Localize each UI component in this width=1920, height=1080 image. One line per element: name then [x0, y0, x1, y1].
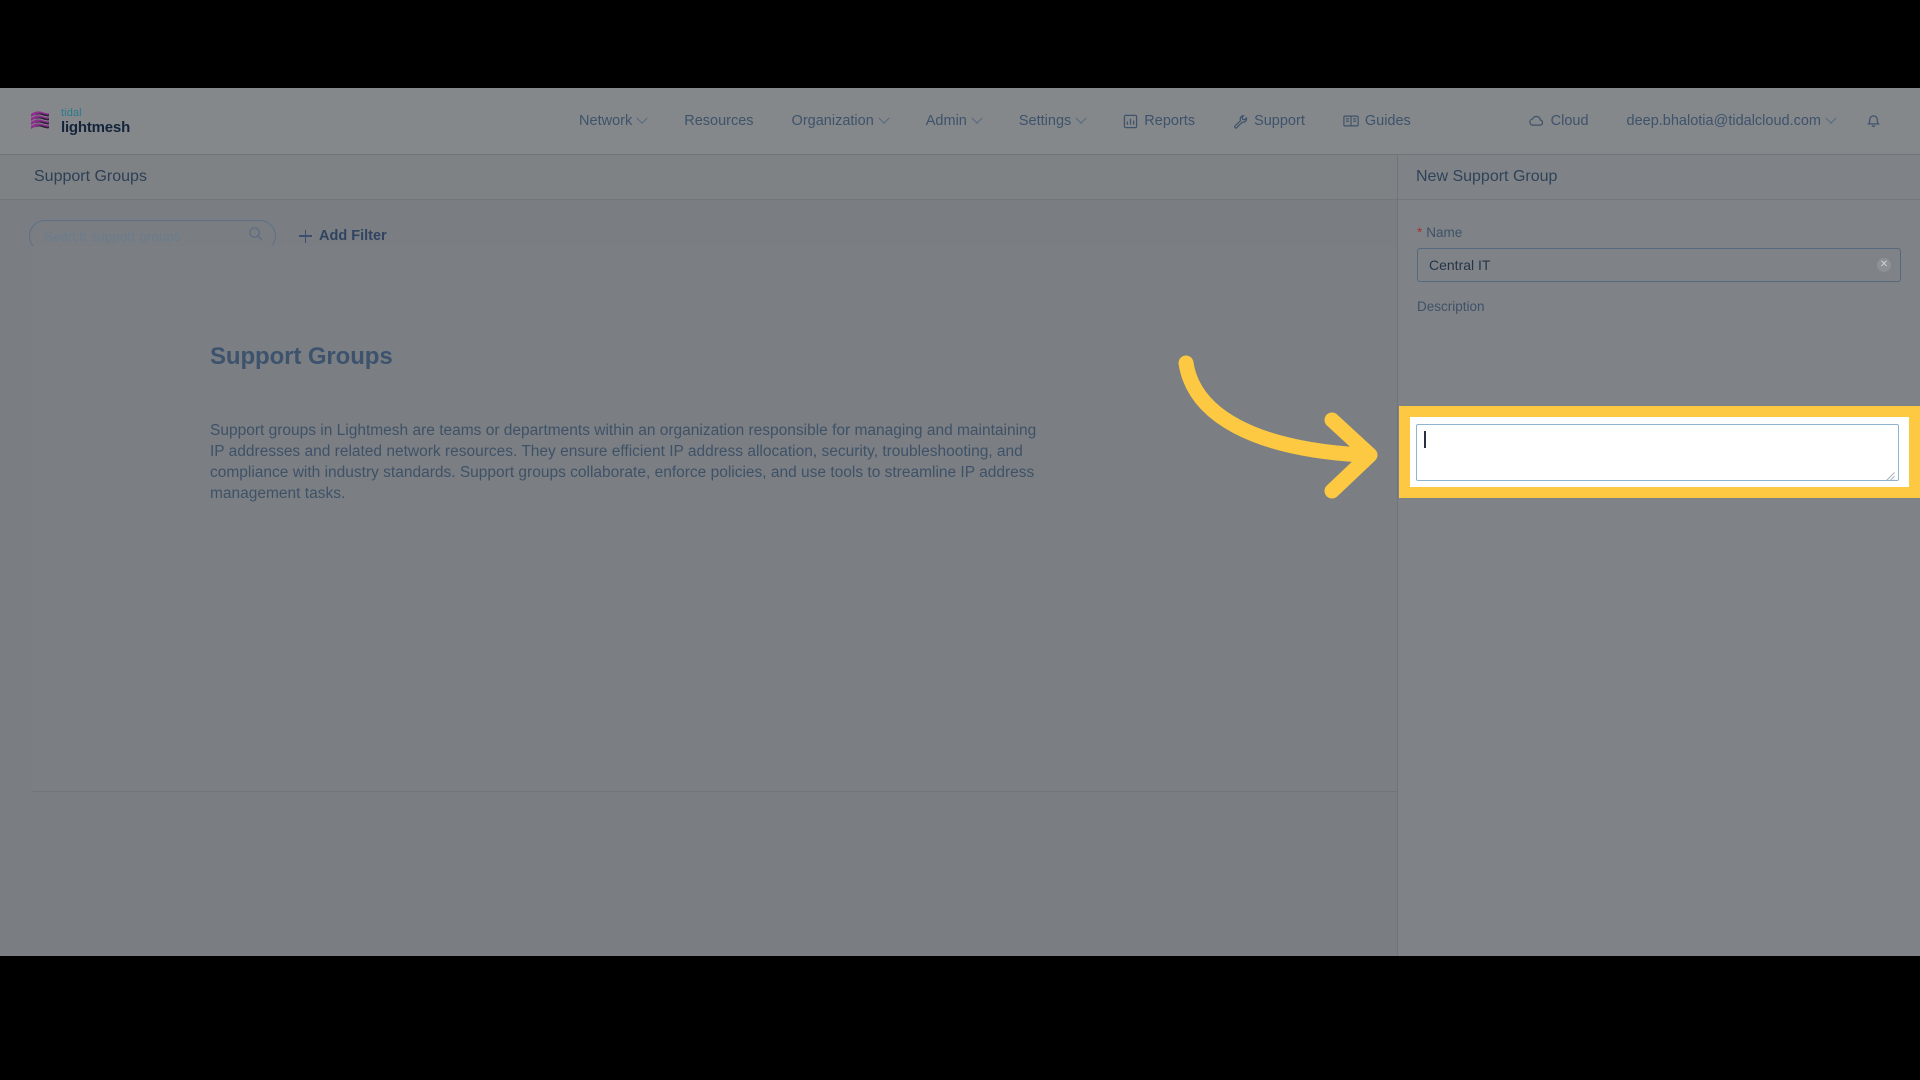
- nav-item-network[interactable]: Network: [566, 107, 659, 135]
- nav-item-guides[interactable]: Guides: [1330, 107, 1424, 135]
- nav-item-organization[interactable]: Organization: [779, 107, 901, 135]
- chevron-down-icon: [1825, 112, 1837, 124]
- field-name: *Name ✕: [1417, 225, 1901, 282]
- required-asterisk: *: [1417, 225, 1423, 240]
- nav-item-label: Settings: [1018, 113, 1072, 129]
- app-viewport: tidal lightmesh Network Resources Organi…: [0, 88, 1920, 956]
- nav-secondary-items: Cloud deep.bhalotia@tidalcloud.com: [1515, 107, 1894, 135]
- user-email-label: deep.bhalotia@tidalcloud.com: [1626, 113, 1821, 129]
- new-support-group-drawer: New Support Group *Name ✕ Description: [1397, 155, 1920, 956]
- nav-primary-items: Network Resources Organization Admin Set…: [566, 107, 1424, 135]
- field-description: Description: [1417, 299, 1901, 394]
- brand-name-bottom: lightmesh: [61, 118, 131, 136]
- content-heading: Support Groups: [210, 343, 393, 370]
- bell-icon: [1866, 113, 1881, 129]
- nav-item-label: Cloud: [1550, 113, 1589, 129]
- text-cursor: [1424, 431, 1426, 448]
- notifications-button[interactable]: [1848, 107, 1894, 135]
- book-icon: [1343, 114, 1359, 128]
- content-paragraph: Support groups in Lightmesh are teams or…: [210, 422, 1037, 502]
- content-card: Support Groups Support groups in Lightme…: [32, 246, 1397, 792]
- bar-chart-icon: [1123, 114, 1138, 129]
- chevron-down-icon: [878, 112, 890, 124]
- field-name-label: * Name: [1417, 225, 1901, 240]
- cloud-icon: [1528, 115, 1545, 128]
- nav-item-reports[interactable]: Reports: [1110, 107, 1208, 135]
- brand-name-top: tidal: [61, 106, 82, 119]
- clear-circle-icon[interactable]: ✕: [1877, 258, 1891, 272]
- nav-item-admin[interactable]: Admin: [913, 107, 994, 135]
- stacked-layers-icon: [31, 111, 49, 129]
- name-input-wrapper: ✕: [1417, 248, 1901, 282]
- screen-root: tidal lightmesh Network Resources Organi…: [0, 0, 1920, 1080]
- content-card-inner: Support Groups Support groups in Lightme…: [32, 246, 1397, 504]
- page-title-bar: Support Groups: [0, 155, 1397, 200]
- name-input[interactable]: [1417, 248, 1901, 282]
- nav-item-user-account[interactable]: deep.bhalotia@tidalcloud.com: [1614, 107, 1848, 135]
- nav-item-resources[interactable]: Resources: [671, 107, 766, 135]
- brand-wordmark: tidal lightmesh: [61, 106, 131, 136]
- top-navigation-bar: tidal lightmesh Network Resources Organi…: [0, 88, 1920, 155]
- drawer-title: New Support Group: [1416, 168, 1558, 185]
- plus-icon: [299, 229, 312, 243]
- drawer-header: New Support Group: [1398, 155, 1920, 200]
- description-textarea[interactable]: [1416, 424, 1899, 481]
- nav-item-label: Network: [579, 113, 633, 129]
- nav-item-label: Guides: [1364, 113, 1411, 129]
- chevron-down-icon: [636, 112, 648, 124]
- brand-logo[interactable]: tidal lightmesh: [28, 106, 131, 136]
- field-label-text: Name: [1426, 225, 1463, 240]
- nav-item-label: Reports: [1144, 113, 1196, 129]
- chevron-down-icon: [1075, 112, 1087, 124]
- nav-item-label: Organization: [791, 113, 874, 129]
- add-filter-button[interactable]: Add Filter: [299, 228, 387, 244]
- nav-item-cloud[interactable]: Cloud: [1515, 107, 1602, 135]
- nav-item-label: Support: [1254, 113, 1305, 129]
- textarea-resize-grip[interactable]: [1886, 468, 1895, 486]
- nav-item-label: Admin: [925, 113, 967, 129]
- nav-item-label: Resources: [684, 113, 754, 129]
- nav-item-support[interactable]: Support: [1220, 107, 1318, 135]
- nav-item-settings[interactable]: Settings: [1006, 107, 1098, 135]
- wrench-icon: [1233, 114, 1248, 129]
- add-filter-label: Add Filter: [319, 228, 387, 244]
- field-description-label: Description: [1417, 299, 1485, 314]
- chevron-down-icon: [971, 112, 983, 124]
- page-title: Support Groups: [34, 168, 147, 185]
